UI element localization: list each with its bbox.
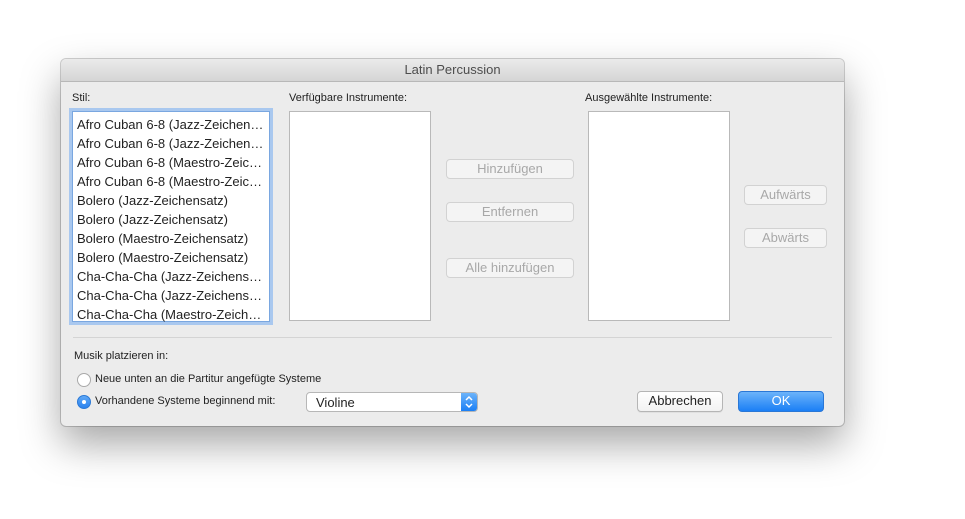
style-list-item[interactable]: Bolero (Jazz-Zeichensatz) (77, 210, 267, 229)
add-button[interactable]: Hinzufügen (446, 159, 574, 179)
add-all-button[interactable]: Alle hinzufügen (446, 258, 574, 278)
available-instruments-label: Verfügbare Instrumente: (289, 92, 408, 104)
radio-new-systems-label: Neue unten an die Partitur angefügte Sys… (95, 373, 322, 385)
style-list-item[interactable]: Afro Cuban 6-8 (Maestro-Zeichensatz) (77, 153, 267, 172)
style-list-item[interactable]: Cha-Cha-Cha (Jazz-Zeichensatz) (77, 267, 267, 286)
move-up-button[interactable]: Aufwärts (744, 185, 827, 205)
move-down-button[interactable]: Abwärts (744, 228, 827, 248)
remove-button[interactable]: Entfernen (446, 202, 574, 222)
selected-instruments-label: Ausgewählte Instrumente: (585, 92, 713, 104)
selected-instruments-list[interactable] (588, 111, 730, 321)
style-list-item[interactable]: Afro Cuban 6-8 (Jazz-Zeichensatz) (77, 115, 267, 134)
chevron-up-down-icon (461, 393, 477, 411)
style-list-item[interactable]: Bolero (Jazz-Zeichensatz) (77, 191, 267, 210)
separator (73, 337, 832, 338)
radio-existing-systems-label: Vorhandene Systeme beginnend mit: (95, 395, 276, 407)
radio-new-systems[interactable] (77, 373, 91, 387)
style-label: Stil: (72, 92, 91, 104)
style-list-item[interactable]: Bolero (Maestro-Zeichensatz) (77, 248, 267, 267)
available-instruments-list[interactable] (289, 111, 431, 321)
radio-existing-systems[interactable] (77, 395, 91, 409)
dialog-title: Latin Percussion (61, 59, 844, 82)
style-list-item[interactable]: Afro Cuban 6-8 (Jazz-Zeichensatz) (77, 134, 267, 153)
style-list-item[interactable]: Afro Cuban 6-8 (Maestro-Zeichensatz) (77, 172, 267, 191)
instrument-select[interactable]: Violine (306, 392, 478, 412)
instrument-select-value: Violine (316, 395, 355, 410)
latin-percussion-dialog: Latin Percussion Stil: Afro Cuban 6-8 (J… (61, 59, 844, 426)
ok-button[interactable]: OK (738, 391, 824, 412)
placement-label: Musik platzieren in: (74, 350, 169, 362)
style-list-item[interactable]: Cha-Cha-Cha (Jazz-Zeichensatz) (77, 286, 267, 305)
style-list-item[interactable]: Bolero (Maestro-Zeichensatz) (77, 229, 267, 248)
style-list-item[interactable]: Cha-Cha-Cha (Maestro-Zeichensatz) (77, 305, 267, 324)
cancel-button[interactable]: Abbrechen (637, 391, 723, 412)
style-list[interactable]: Afro Cuban 6-8 (Jazz-Zeichensatz) Afro Cu… (72, 111, 270, 322)
